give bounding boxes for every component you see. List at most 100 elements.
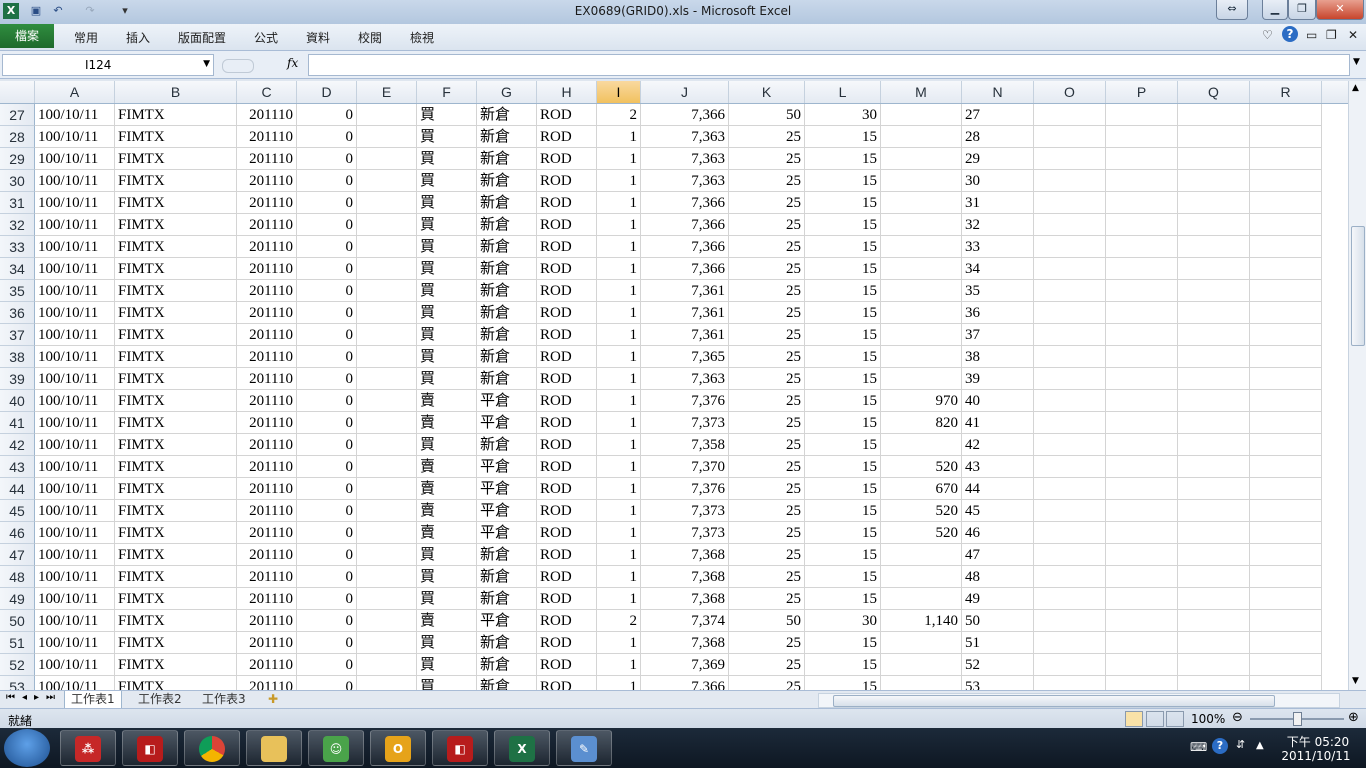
- cell-q[interactable]: [1178, 676, 1250, 690]
- cell-b[interactable]: FIMTX: [115, 324, 237, 346]
- cell-r[interactable]: [1250, 390, 1322, 412]
- cell-g[interactable]: 平倉: [477, 390, 537, 412]
- cell-p[interactable]: [1106, 566, 1178, 588]
- cell-q[interactable]: [1178, 610, 1250, 632]
- cell-g[interactable]: 平倉: [477, 610, 537, 632]
- cell-m[interactable]: [881, 192, 962, 214]
- cell-b[interactable]: FIMTX: [115, 148, 237, 170]
- cell-d[interactable]: 0: [297, 654, 357, 676]
- cell-q[interactable]: [1178, 566, 1250, 588]
- scroll-up-icon[interactable]: ▲: [1352, 83, 1359, 93]
- cell-p[interactable]: [1106, 192, 1178, 214]
- cell-k[interactable]: 25: [729, 478, 805, 500]
- cell-g[interactable]: 新倉: [477, 324, 537, 346]
- cell-b[interactable]: FIMTX: [115, 544, 237, 566]
- zoom-out-icon[interactable]: ⊖: [1232, 710, 1243, 725]
- cell-h[interactable]: ROD: [537, 148, 597, 170]
- cell-a[interactable]: 100/10/11: [35, 280, 115, 302]
- cell-n[interactable]: 50: [962, 610, 1034, 632]
- cell-n[interactable]: 44: [962, 478, 1034, 500]
- cell-e[interactable]: [357, 236, 417, 258]
- cell-m[interactable]: [881, 368, 962, 390]
- tab-formulas[interactable]: 公式: [254, 29, 278, 46]
- cell-p[interactable]: [1106, 214, 1178, 236]
- cell-c[interactable]: 201110: [237, 566, 297, 588]
- minimize-button[interactable]: ▁: [1262, 0, 1288, 20]
- cell-r[interactable]: [1250, 104, 1322, 126]
- cell-i[interactable]: 1: [597, 676, 641, 690]
- cell-q[interactable]: [1178, 126, 1250, 148]
- cell-o[interactable]: [1034, 258, 1106, 280]
- cell-j[interactable]: 7,374: [641, 610, 729, 632]
- cell-h[interactable]: ROD: [537, 610, 597, 632]
- cell-b[interactable]: FIMTX: [115, 412, 237, 434]
- cell-o[interactable]: [1034, 500, 1106, 522]
- worksheet-grid[interactable]: ABCDEFGHIJKLMNOPQR 27 100/10/11 FIMTX 20111…: [0, 81, 1348, 690]
- cell-i[interactable]: 2: [597, 104, 641, 126]
- cell-i[interactable]: 1: [597, 566, 641, 588]
- cell-b[interactable]: FIMTX: [115, 522, 237, 544]
- cell-j[interactable]: 7,363: [641, 148, 729, 170]
- cell-r[interactable]: [1250, 434, 1322, 456]
- cell-r[interactable]: [1250, 632, 1322, 654]
- cell-n[interactable]: 31: [962, 192, 1034, 214]
- cell-c[interactable]: 201110: [237, 192, 297, 214]
- row-header[interactable]: 33: [0, 236, 35, 258]
- cell-q[interactable]: [1178, 258, 1250, 280]
- cell-b[interactable]: FIMTX: [115, 654, 237, 676]
- cell-g[interactable]: 新倉: [477, 566, 537, 588]
- cell-p[interactable]: [1106, 654, 1178, 676]
- cell-i[interactable]: 1: [597, 170, 641, 192]
- cell-o[interactable]: [1034, 654, 1106, 676]
- tab-review[interactable]: 校閱: [358, 29, 382, 46]
- zoom-level[interactable]: 100%: [1191, 712, 1225, 726]
- cell-d[interactable]: 0: [297, 588, 357, 610]
- cell-o[interactable]: [1034, 368, 1106, 390]
- taskbar-paint[interactable]: ✎: [556, 730, 612, 766]
- cell-h[interactable]: ROD: [537, 214, 597, 236]
- cell-n[interactable]: 33: [962, 236, 1034, 258]
- cell-h[interactable]: ROD: [537, 390, 597, 412]
- cell-j[interactable]: 7,376: [641, 478, 729, 500]
- cell-i[interactable]: 1: [597, 544, 641, 566]
- cell-p[interactable]: [1106, 610, 1178, 632]
- cell-b[interactable]: FIMTX: [115, 346, 237, 368]
- cell-a[interactable]: 100/10/11: [35, 544, 115, 566]
- cell-n[interactable]: 43: [962, 456, 1034, 478]
- cell-l[interactable]: 15: [805, 192, 881, 214]
- cell-f[interactable]: 賣: [417, 412, 477, 434]
- scroll-down-icon[interactable]: ▼: [1352, 676, 1359, 686]
- cell-p[interactable]: [1106, 368, 1178, 390]
- cell-k[interactable]: 25: [729, 632, 805, 654]
- cell-b[interactable]: FIMTX: [115, 236, 237, 258]
- cell-a[interactable]: 100/10/11: [35, 192, 115, 214]
- cell-o[interactable]: [1034, 126, 1106, 148]
- cell-n[interactable]: 48: [962, 566, 1034, 588]
- cell-i[interactable]: 1: [597, 500, 641, 522]
- cell-g[interactable]: 平倉: [477, 500, 537, 522]
- cell-l[interactable]: 15: [805, 566, 881, 588]
- cell-j[interactable]: 7,361: [641, 324, 729, 346]
- cell-h[interactable]: ROD: [537, 566, 597, 588]
- cell-i[interactable]: 1: [597, 654, 641, 676]
- cell-c[interactable]: 201110: [237, 676, 297, 690]
- cell-m[interactable]: [881, 170, 962, 192]
- row-header[interactable]: 38: [0, 346, 35, 368]
- cell-b[interactable]: FIMTX: [115, 302, 237, 324]
- cell-n[interactable]: 32: [962, 214, 1034, 236]
- help-tray-icon[interactable]: ?: [1212, 738, 1228, 754]
- tab-page-layout[interactable]: 版面配置: [178, 29, 226, 46]
- cell-m[interactable]: [881, 434, 962, 456]
- cell-m[interactable]: 970: [881, 390, 962, 412]
- tab-file[interactable]: 檔案: [0, 24, 54, 48]
- cell-j[interactable]: 7,363: [641, 126, 729, 148]
- cell-r[interactable]: [1250, 478, 1322, 500]
- normal-view-icon[interactable]: [1125, 711, 1143, 727]
- cell-h[interactable]: ROD: [537, 676, 597, 690]
- cell-i[interactable]: 1: [597, 522, 641, 544]
- row-header[interactable]: 29: [0, 148, 35, 170]
- cell-i[interactable]: 1: [597, 588, 641, 610]
- cell-e[interactable]: [357, 500, 417, 522]
- cell-r[interactable]: [1250, 500, 1322, 522]
- cell-n[interactable]: 51: [962, 632, 1034, 654]
